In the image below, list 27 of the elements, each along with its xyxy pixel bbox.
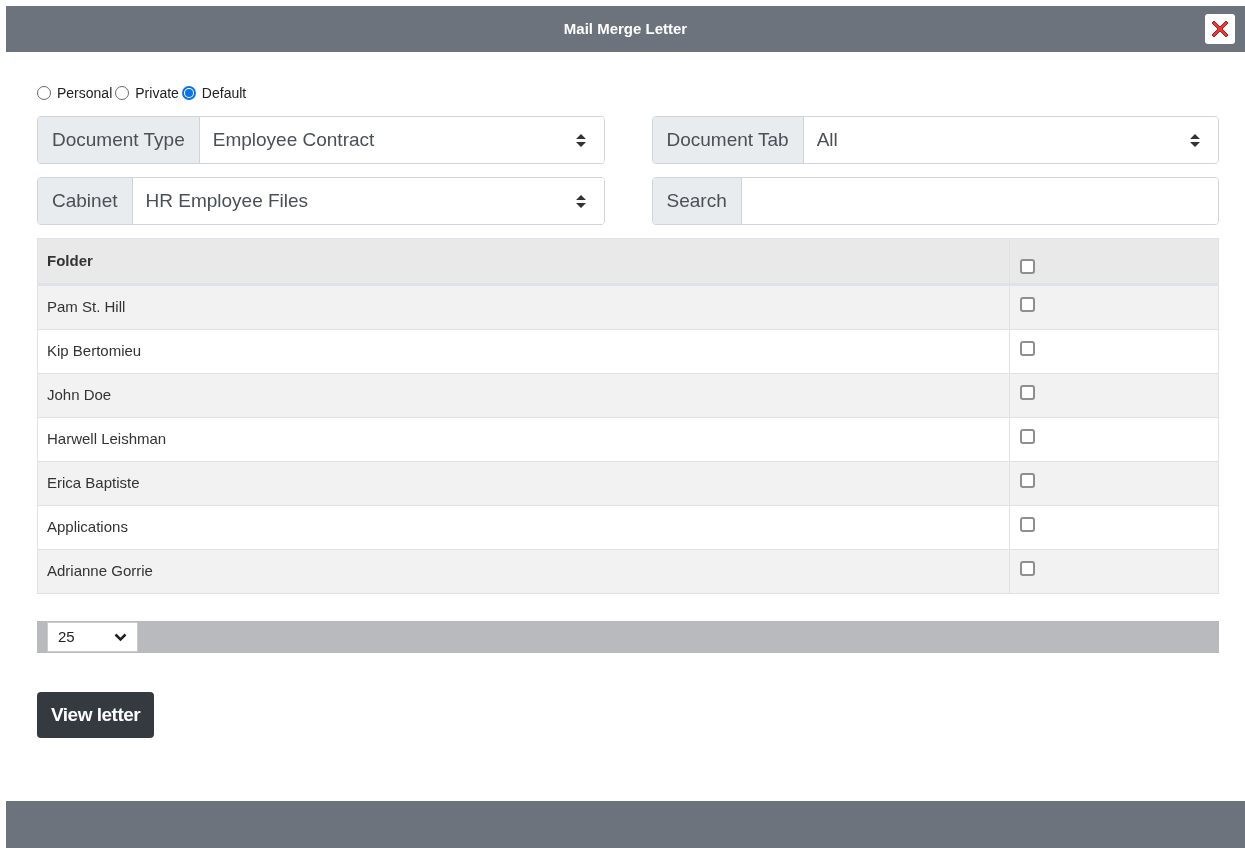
checkbox[interactable]	[1020, 473, 1035, 488]
checkbox[interactable]	[1020, 259, 1035, 274]
window-title: Mail Merge Letter	[563, 18, 688, 39]
radio-label: Private	[135, 86, 179, 100]
checkbox[interactable]	[1020, 561, 1035, 576]
checkbox[interactable]	[1020, 341, 1035, 356]
close-button[interactable]	[1205, 14, 1235, 44]
table-cell-text: John Doe	[47, 385, 112, 406]
checkbox[interactable]	[1020, 297, 1035, 312]
table-cell-text: Kip Bertomieu	[47, 341, 142, 362]
view-letter-button[interactable]: View letter	[37, 692, 155, 738]
radio-button[interactable]	[115, 86, 130, 100]
chevron-down-icon	[114, 632, 127, 642]
table-cell-text: Harwell Leishman	[47, 429, 167, 450]
radio-button[interactable]	[181, 86, 196, 100]
table-cell-text: Erica Baptiste	[47, 473, 140, 494]
radio-label: Default	[201, 86, 247, 100]
table-cell-text: Adrianne Gorrie	[47, 561, 153, 582]
checkbox[interactable]	[1020, 429, 1035, 444]
checkbox[interactable]	[1020, 385, 1035, 400]
page-size-select[interactable]: 25	[47, 622, 138, 652]
radio-button[interactable]	[37, 86, 51, 100]
table-cell-text: Applications	[47, 517, 128, 538]
radio-label: Personal	[57, 86, 113, 100]
checkbox[interactable]	[1020, 517, 1035, 532]
table-cell-text: Pam St. Hill	[47, 297, 126, 318]
column-header: Folder	[47, 250, 93, 271]
